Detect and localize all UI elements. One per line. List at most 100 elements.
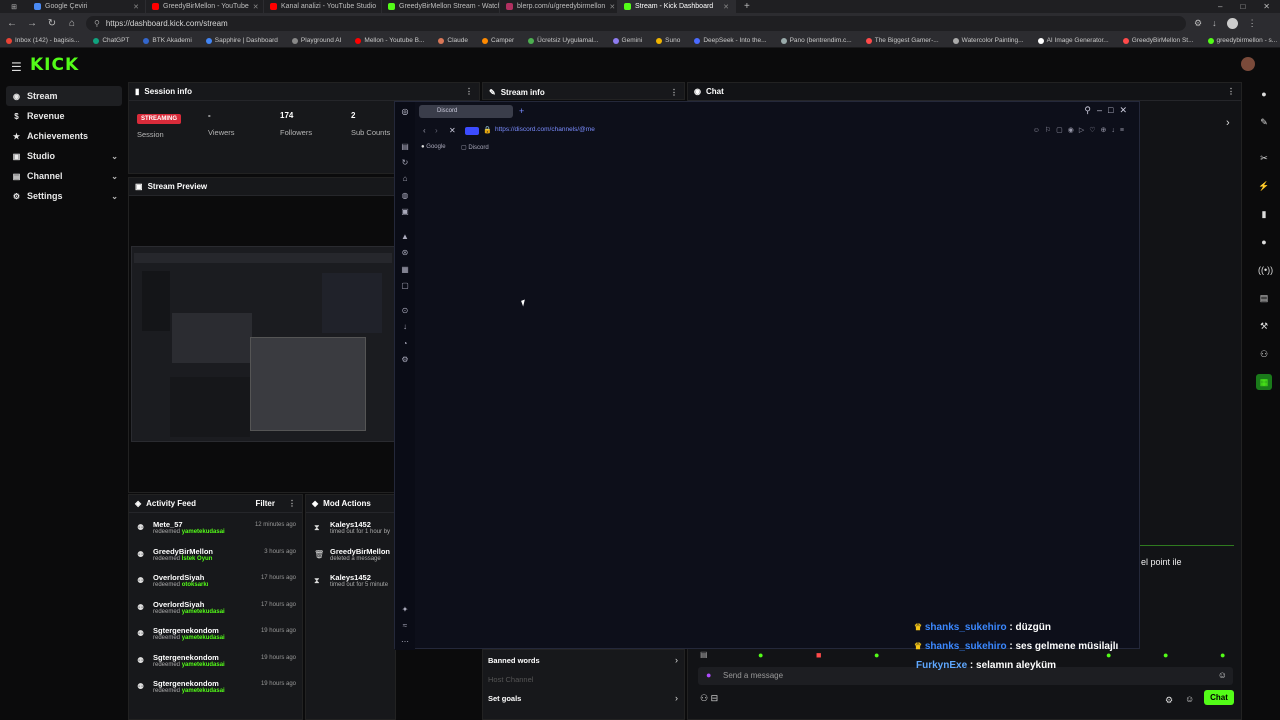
kick-app-icon[interactable]: ▦	[1256, 374, 1272, 390]
home-icon[interactable]: ⌂	[66, 18, 78, 29]
overlay-sidebar-icon[interactable]: ↻	[400, 158, 410, 168]
chevron-down-icon[interactable]: ⌄	[111, 192, 118, 201]
chat-menu-icon[interactable]: ⋮	[1227, 87, 1235, 96]
chat-emotes-icon[interactable]: ☺	[1185, 694, 1194, 704]
document-icon[interactable]: ▮	[1258, 208, 1270, 220]
overlay-back-icon[interactable]: ‹	[423, 126, 426, 135]
nav-item-achievements[interactable]: ★ Achievements	[6, 126, 122, 146]
users-icon[interactable]: ⚇	[1258, 348, 1270, 360]
bookmark-item[interactable]: Gemini	[612, 37, 642, 44]
nav-item-revenue[interactable]: $ Revenue	[6, 106, 122, 126]
bookmark-item[interactable]: ChatGPT	[93, 37, 129, 44]
emote-icon[interactable]: ●	[1163, 650, 1168, 660]
bookmark-item[interactable]: Watercolor Painting...	[952, 37, 1024, 44]
download-icon[interactable]: ↓	[1212, 18, 1217, 29]
overlay-sidebar-icon[interactable]: ⋯	[400, 637, 410, 647]
user-avatar[interactable]	[1241, 57, 1255, 71]
browser-tab[interactable]: Kanal analizi - YouTube Studio✕	[264, 0, 382, 13]
session-menu-icon[interactable]: ⋮	[465, 87, 473, 96]
browser-tab[interactable]: Google Çeviri ✕	[28, 0, 146, 13]
activity-item[interactable]: ⚉ Sgtergenekondom redeemed yametekudasai	[137, 653, 225, 668]
banned-words-item[interactable]: Banned words	[488, 656, 540, 665]
edit-icon[interactable]: ✎	[1258, 116, 1270, 128]
back-arrow-icon[interactable]: ←	[6, 18, 18, 29]
overlay-bookmark-discord[interactable]: ▢ Discord	[461, 144, 489, 151]
bookmark-item[interactable]: Claude	[438, 37, 468, 44]
overlay-sidebar-icon[interactable]: ▢	[400, 281, 410, 291]
chat-icon[interactable]: ●	[1258, 236, 1270, 248]
bookmark-item[interactable]: Mellon - Youtube B...	[355, 37, 424, 44]
maximize-icon[interactable]: □	[1240, 2, 1245, 11]
overlay-tab-discord[interactable]: Discord	[419, 105, 513, 118]
browser-tab[interactable]: Stream - Kick Dashboard ✕	[618, 0, 736, 13]
overlay-sidebar-icon[interactable]: ⊛	[400, 248, 410, 258]
overlay-address-bar[interactable]: ‹ › ✕ 🔒 https://discord.com/channels/@me…	[415, 124, 1139, 140]
mod-action-item[interactable]: ⧗ Kaleys1452 timed out for 1 hour by	[314, 520, 390, 535]
nav-item-settings[interactable]: ⚙ Settings ⌄	[6, 186, 122, 206]
overlay-vpn-badge[interactable]	[465, 127, 479, 135]
bookmark-item[interactable]: Sapphire | Dashboard	[205, 37, 278, 44]
tab-close-icon[interactable]: ✕	[723, 3, 729, 11]
nav-item-studio[interactable]: ▣ Studio ⌄	[6, 146, 122, 166]
stream-info-menu-icon[interactable]: ⋮	[670, 88, 678, 97]
nav-item-channel[interactable]: ▤ Channel ⌄	[6, 166, 122, 186]
emote-icon[interactable]: ●	[874, 650, 879, 660]
mic-icon[interactable]: ●	[706, 670, 711, 680]
profile-icon[interactable]	[1226, 18, 1238, 29]
overlay-toolbar-icons[interactable]: ☺⚐▢◉▷♡⊕↓≡	[1033, 126, 1129, 134]
overlay-sidebar-icon[interactable]: ◍	[400, 191, 410, 201]
bookmark-item[interactable]: Playground AI	[291, 37, 341, 44]
tool-icon[interactable]: ✂	[1258, 152, 1270, 164]
activity-menu-icon[interactable]: ⋮	[288, 499, 296, 508]
nav-item-stream[interactable]: ◉ Stream	[6, 86, 122, 106]
wrench-icon[interactable]: ⚒	[1258, 320, 1270, 332]
overlay-sidebar-icon[interactable]: ✦	[400, 605, 410, 615]
activity-item[interactable]: ⚉ OverlordSiyah redeemed yametekudasai	[137, 600, 225, 615]
bookmark-item[interactable]: BTK Akademi	[143, 37, 192, 44]
browser-tab[interactable]: GreedyBirMellon Stream - Watch✕	[382, 0, 500, 13]
mod-action-item[interactable]: ⧗ Kaleys1452 timed out for 5 minute	[314, 573, 388, 588]
address-bar-input[interactable]: ⚲ https://dashboard.kick.com/stream	[86, 16, 1186, 31]
overlay-sidebar-icon[interactable]: ▲	[400, 232, 410, 242]
bookmark-item[interactable]: DeepSeek - Into the...	[694, 37, 767, 44]
browser-tab[interactable]: blerp.com/u/greedybirmellon ✕	[500, 0, 618, 13]
bookmark-item[interactable]: greedybirmellon - s...	[1207, 37, 1277, 44]
overlay-forward-icon[interactable]: ›	[435, 126, 438, 135]
activity-item[interactable]: ⚉ Sgtergenekondom redeemed yametekudasai	[137, 679, 225, 694]
tab-close-icon[interactable]: ✕	[609, 3, 615, 11]
extensions-icon[interactable]: ⚙	[1194, 18, 1202, 29]
kick-logo[interactable]: KICK	[30, 55, 79, 75]
bookmark-item[interactable]: Inbox (142) - bagisis...	[6, 37, 79, 44]
overlay-sidebar-icon[interactable]: ⚙	[400, 355, 410, 365]
chat-send-button[interactable]: Chat	[1204, 690, 1234, 705]
tab-search-icon[interactable]: ⊞	[0, 0, 28, 13]
bookmark-item[interactable]: Ücretsiz Uygulamal...	[528, 37, 599, 44]
overlay-sidebar-icon[interactable]: ◔	[400, 339, 410, 349]
forward-arrow-icon[interactable]: →	[26, 18, 38, 29]
bookmark-item[interactable]: The Biggest Gamer-...	[865, 37, 939, 44]
preview-video[interactable]	[131, 246, 395, 442]
emote-icon[interactable]: ▤	[700, 650, 708, 659]
bookmark-item[interactable]: AI Image Generator...	[1037, 37, 1109, 44]
minimize-icon[interactable]: –	[1218, 2, 1222, 11]
activity-filter-button[interactable]: Filter	[255, 499, 275, 508]
lightning-icon[interactable]: ⚡	[1258, 180, 1270, 192]
overlay-bookmark-google[interactable]: ● Google	[421, 144, 446, 150]
clipboard-icon[interactable]: ▤	[1258, 292, 1270, 304]
overlay-sidebar-icon[interactable]: ▤	[400, 142, 410, 152]
activity-item[interactable]: ⚉ OverlordSiyah redeemed otoksarkı	[137, 573, 208, 588]
emote-icon[interactable]: ●	[1106, 650, 1111, 660]
info-icon[interactable]: ●	[1258, 88, 1270, 100]
emote-icon[interactable]: ●	[1220, 650, 1225, 660]
chevron-down-icon[interactable]: ⌄	[111, 172, 118, 181]
activity-item[interactable]: ⚉ Sgtergenekondom redeemed yametekudasai	[137, 626, 225, 641]
bookmark-item[interactable]: Pano (bentrendim.c...	[780, 37, 852, 44]
close-window-icon[interactable]: ✕	[1263, 2, 1270, 11]
emote-icon[interactable]: ■	[816, 650, 821, 660]
overlay-sidebar-icon[interactable]: ▣	[400, 207, 410, 217]
menu-dots-icon[interactable]: ⋮	[1248, 18, 1257, 29]
set-goals-item[interactable]: Set goals	[488, 694, 521, 703]
broadcast-icon[interactable]: ((•))	[1258, 264, 1273, 276]
host-channel-item[interactable]: Host Channel	[488, 675, 533, 684]
reload-icon[interactable]: ↻	[46, 18, 58, 29]
